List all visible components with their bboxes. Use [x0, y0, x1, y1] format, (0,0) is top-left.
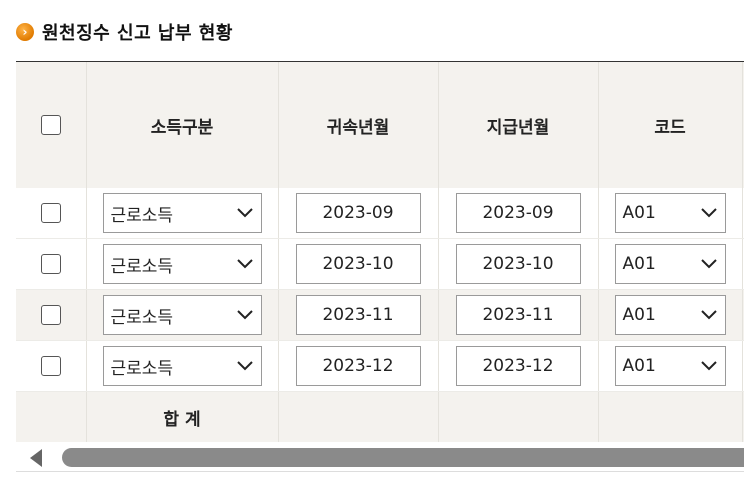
pay-month-input[interactable]: 2023-09 [455, 193, 581, 233]
attr-month-input[interactable]: 2023-11 [295, 295, 421, 335]
code-select[interactable]: A01 [614, 346, 726, 386]
chevron-down-icon [700, 208, 717, 218]
header-select-all-cell [16, 62, 87, 188]
chevron-down-icon [236, 208, 253, 218]
chevron-down-icon [700, 361, 717, 371]
chevron-down-icon [236, 310, 253, 320]
pay-month-input[interactable]: 2023-11 [455, 295, 581, 335]
chevron-down-icon [236, 361, 253, 371]
chevron-down-icon [700, 259, 717, 269]
table-row: 근로소득 2023-10 2023-10 A01 [16, 238, 744, 290]
income-type-select[interactable]: 근로소득 [102, 244, 262, 284]
code-select[interactable]: A01 [614, 295, 726, 335]
table-row: 근로소득 2023-11 2023-11 A01 [16, 289, 744, 341]
header-attr-month: 귀속년월 [278, 62, 439, 188]
attr-month-input[interactable]: 2023-12 [295, 346, 421, 386]
horizontal-scrollbar[interactable] [16, 443, 744, 472]
header-pay-month: 지급년월 [438, 62, 599, 188]
header-income-type: 소득구분 [86, 62, 279, 188]
table-row: 근로소득 2023-09 2023-09 A01 [16, 188, 744, 239]
chevron-right-circle-icon: › [16, 23, 34, 41]
pay-month-input[interactable]: 2023-10 [455, 244, 581, 284]
pay-month-input[interactable]: 2023-12 [455, 346, 581, 386]
row-checkbox[interactable] [40, 254, 61, 275]
row-checkbox[interactable] [40, 305, 61, 326]
attr-month-input[interactable]: 2023-10 [295, 244, 421, 284]
withholding-grid: 소득구분 귀속년월 지급년월 코드 근로소득 2023-09 2023-09 A… [16, 61, 744, 442]
code-select[interactable]: A01 [614, 193, 726, 233]
chevron-down-icon [236, 259, 253, 269]
row-checkbox[interactable] [40, 203, 61, 224]
code-select[interactable]: A01 [614, 244, 726, 284]
income-type-select[interactable]: 근로소득 [102, 193, 262, 233]
row-checkbox[interactable] [40, 356, 61, 377]
scroll-left-arrow-icon[interactable] [30, 449, 42, 467]
attr-month-input[interactable]: 2023-09 [295, 193, 421, 233]
section-title: › 원천징수 신고 납부 현황 [16, 18, 233, 46]
income-type-select[interactable]: 근로소득 [102, 346, 262, 386]
scroll-thumb[interactable] [62, 448, 744, 467]
income-type-select[interactable]: 근로소득 [102, 295, 262, 335]
section-title-text: 원천징수 신고 납부 현황 [42, 23, 233, 44]
header-row: 소득구분 귀속년월 지급년월 코드 [16, 62, 744, 188]
header-code: 코드 [598, 62, 743, 188]
total-label: 합 계 [86, 391, 279, 442]
chevron-down-icon [700, 310, 717, 320]
total-row: 합 계 [16, 391, 744, 442]
table-row: 근로소득 2023-12 2023-12 A01 [16, 340, 744, 392]
select-all-checkbox[interactable] [40, 115, 61, 135]
